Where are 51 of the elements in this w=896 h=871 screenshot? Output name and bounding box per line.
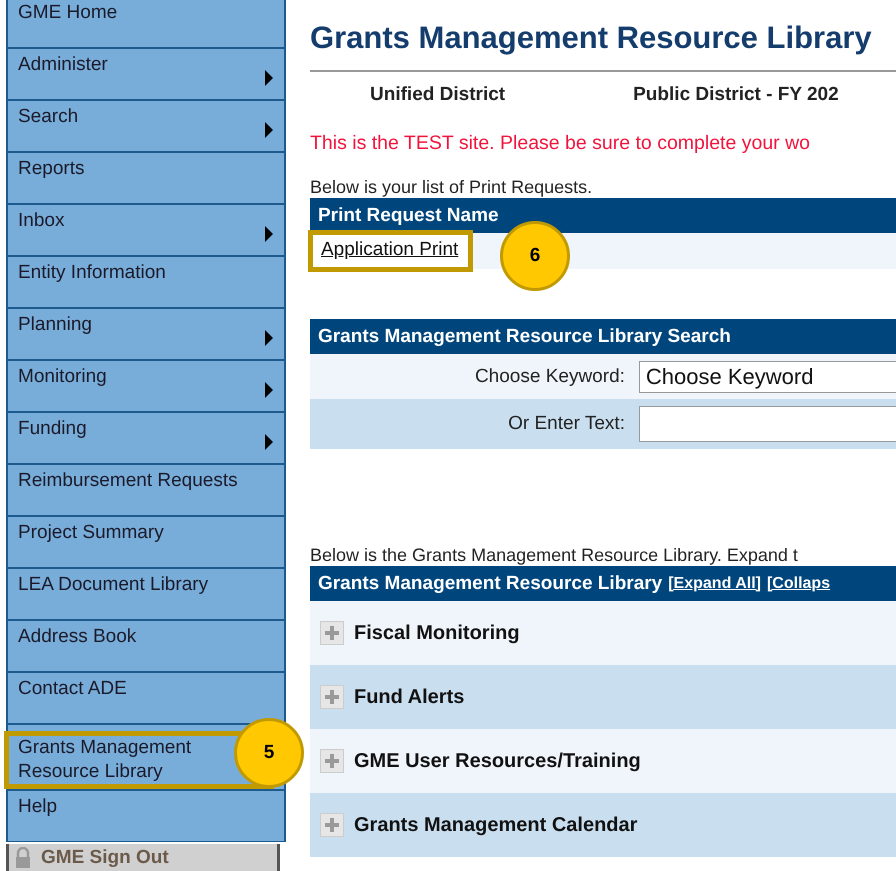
library-section[interactable]: GME User Resources/Training [310,729,896,793]
column-header: Print Request Name [318,204,499,226]
intro-text: Below is your list of Print Requests. [310,177,594,198]
sign-out-link[interactable]: GME Sign Out [6,844,280,871]
submenu-arrow-icon [264,381,274,399]
sidebar-item[interactable]: LEA Document Library [6,568,286,620]
keyword-dropdown[interactable]: Choose Keyword [638,360,896,392]
sidebar-item[interactable]: Reimbursement Requests [6,464,286,516]
test-notice: This is the TEST site. Please be sure to complete your wo [310,132,812,155]
print-request-link[interactable]: Application Print [308,230,474,272]
header-title: Grants Management Resource Library Search [318,326,731,348]
sidebar-item[interactable]: Help [6,790,286,842]
library-section[interactable]: Fiscal Monitoring [310,601,896,665]
section-title: Grants Management Calendar [354,814,638,836]
sidebar-item[interactable]: Project Summary [6,516,286,568]
sidebar-item[interactable]: Monitoring [6,360,286,412]
sidebar-item[interactable]: GME Home [6,0,286,48]
expand-icon[interactable] [320,685,344,709]
sidebar-item[interactable]: Planning [6,308,286,360]
submenu-arrow-icon [264,225,274,243]
sidebar-item[interactable]: Entity Information [6,256,286,308]
section-title: Fiscal Monitoring [354,622,520,644]
header-link[interactable]: [Expand All] [668,574,761,592]
field-label: Choose Keyword: [474,366,626,388]
sidebar-item[interactable]: Inbox [6,204,286,256]
expand-icon[interactable] [320,813,344,837]
page-title: Grants Management Resource Library [310,20,873,56]
sidebar-item[interactable]: Reports [6,152,286,204]
sidebar-item[interactable]: Search [6,100,286,152]
submenu-arrow-icon [264,329,274,347]
district-name: Unified District [370,84,506,106]
intro-text: Below is the Grants Management Resource Library. Expand t [310,545,799,566]
section-title: GME User Resources/Training [354,750,641,772]
expand-icon[interactable] [320,621,344,645]
sidebar-item[interactable]: Address Book [6,620,286,672]
sidebar-item[interactable]: Contact ADE [6,672,286,724]
submenu-arrow-icon [264,121,274,139]
library-section[interactable]: Grants Management Calendar [310,793,896,857]
expand-icon[interactable] [320,749,344,773]
section-title: Fund Alerts [354,686,464,708]
field-label: Or Enter Text: [507,413,626,435]
step-callout-tooltip: 6 [500,221,570,291]
library-section[interactable]: Fund Alerts [310,665,896,729]
submenu-arrow-icon [264,433,274,451]
header-title: Grants Management Resource Library [318,572,662,594]
program-name: Public District - FY 202 [633,84,839,106]
sidebar-item[interactable]: Administer [6,48,286,100]
lock-icon [15,846,31,868]
header-link[interactable]: [Collaps [766,574,830,592]
submenu-arrow-icon [264,69,274,87]
sidebar-item[interactable]: Funding [6,412,286,464]
